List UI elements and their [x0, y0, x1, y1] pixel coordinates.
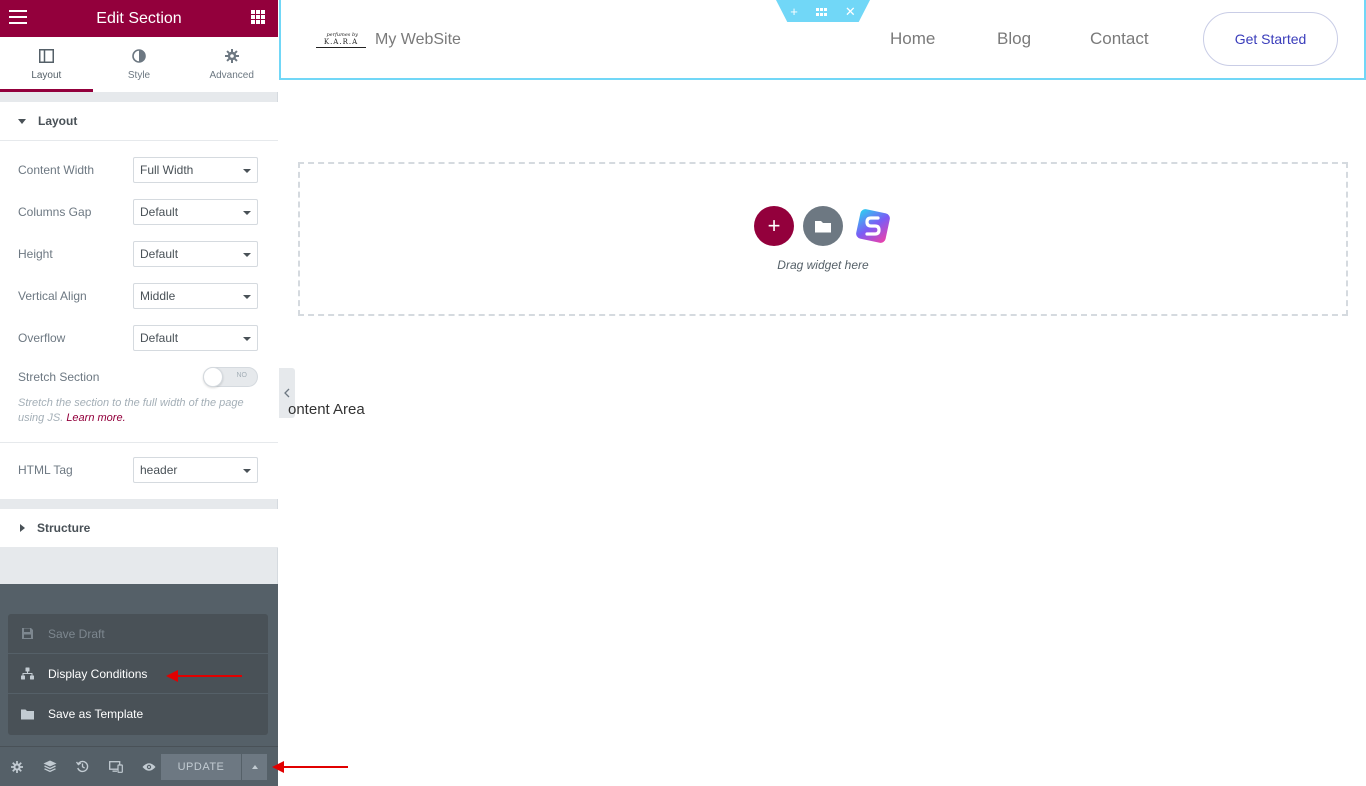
settings-gear-icon[interactable] [0, 747, 33, 786]
save-item-label: Display Conditions [48, 666, 148, 681]
tab-advanced[interactable]: Advanced [185, 37, 278, 92]
toggle-knob [203, 367, 223, 387]
plus-icon: + [767, 213, 781, 238]
tab-label: Style [127, 70, 151, 81]
display-conditions-item[interactable]: Display Conditions [8, 654, 268, 694]
tab-label: Advanced [209, 70, 254, 81]
content-area-label: ontent Area [288, 401, 365, 418]
s-logo-icon [856, 209, 890, 243]
panel-title: Edit Section [96, 9, 182, 27]
site-title: My WebSite [375, 31, 461, 48]
columns-icon [38, 48, 54, 64]
stretch-section-toggle[interactable]: NO [203, 367, 258, 387]
divider [0, 442, 278, 443]
html-tag-select[interactable]: header [133, 457, 258, 483]
control-label: Height [18, 247, 53, 261]
section-title: Layout [38, 114, 78, 128]
control-label: Overflow [18, 331, 66, 345]
help-text: Stretch the section to the full width of… [18, 397, 244, 424]
structure-section: Structure [0, 509, 278, 548]
toggle-text: NO [236, 372, 248, 379]
caret-down-icon [18, 118, 26, 124]
height-control: Height Default [18, 241, 258, 267]
columns-gap-control: Columns Gap Default [18, 199, 258, 225]
logo-small-text: perfumes by [326, 32, 358, 38]
delete-section-icon[interactable]: ✕ [845, 5, 856, 18]
nav-home[interactable]: Home [890, 29, 935, 49]
overflow-control: Overflow Default [18, 325, 258, 351]
save-item-label: Save Draft [48, 626, 105, 641]
layout-section-header[interactable]: Layout [0, 102, 278, 141]
add-template-button[interactable] [803, 206, 843, 246]
drag-section-icon[interactable] [815, 5, 827, 18]
save-draft-item[interactable]: Save Draft [8, 614, 268, 654]
panel-tabs: Layout Style Advanced [0, 37, 278, 92]
control-label: Content Width [18, 163, 95, 177]
chevron-left-icon [284, 388, 290, 398]
responsive-mode-icon[interactable] [99, 747, 132, 786]
height-select[interactable]: Default [133, 241, 258, 267]
structure-section-header[interactable]: Structure [0, 509, 278, 548]
half-circle-icon [131, 48, 147, 64]
save-options-area: Save Draft Display Conditions Save as Te… [0, 584, 278, 746]
logo-text: K.A.R.A [323, 38, 359, 46]
nav-blog[interactable]: Blog [997, 29, 1031, 49]
widget-drop-zone[interactable]: + Drag widget here [298, 162, 1348, 316]
update-button[interactable]: UPDATE [161, 753, 241, 780]
vertical-align-control: Vertical Align Middle [18, 283, 258, 309]
add-section-icon[interactable]: + [790, 5, 798, 18]
get-started-button[interactable]: Get Started [1203, 12, 1338, 66]
folder-icon [20, 707, 34, 721]
drag-widget-text: Drag widget here [777, 258, 869, 272]
tab-style[interactable]: Style [93, 37, 186, 92]
nav-contact[interactable]: Contact [1090, 29, 1149, 49]
sitemap-icon [20, 667, 34, 681]
overflow-select[interactable]: Default [133, 325, 258, 351]
save-as-template-item[interactable]: Save as Template [8, 694, 268, 734]
site-logo[interactable]: perfumes by K.A.R.A My WebSite [316, 31, 461, 49]
stretch-help-text: Stretch the section to the full width of… [18, 396, 258, 426]
control-label: Columns Gap [18, 205, 92, 219]
control-label: Stretch Section [18, 370, 100, 384]
content-width-control: Content Width Full Width [18, 157, 258, 183]
section-handle[interactable]: + ✕ [776, 0, 870, 22]
logo-mark: perfumes by K.A.R.A [316, 32, 366, 48]
panel-header: Edit Section [0, 0, 278, 37]
columns-gap-select[interactable]: Default [133, 199, 258, 225]
learn-more-link[interactable]: Learn more. [66, 412, 125, 424]
html-tag-control: HTML Tag header [18, 457, 258, 483]
vertical-align-select[interactable]: Middle [133, 283, 258, 309]
save-options-toggle[interactable] [241, 753, 267, 780]
caret-right-icon [20, 524, 25, 532]
stretch-section-control: Stretch Section NO [18, 364, 258, 390]
content-width-select[interactable]: Full Width [133, 157, 258, 183]
add-new-section-button[interactable]: + [754, 206, 794, 246]
annotation-arrow-display-conditions [166, 670, 242, 682]
layers-icon[interactable] [33, 747, 66, 786]
caret-up-icon [251, 764, 258, 769]
tab-layout[interactable]: Layout [0, 37, 93, 92]
panel-footer: UPDATE [0, 746, 278, 786]
floppy-disk-icon [20, 627, 34, 641]
control-label: HTML Tag [18, 463, 73, 477]
starter-templates-button[interactable] [853, 206, 893, 246]
editor-panel: Edit Section Layout Style Advanced Layou… [0, 0, 278, 786]
hamburger-menu-icon[interactable] [9, 10, 27, 26]
section-title: Structure [37, 521, 91, 535]
tab-label: Layout [31, 70, 62, 81]
gear-icon [224, 48, 240, 64]
folder-icon [815, 221, 831, 233]
control-label: Vertical Align [18, 289, 87, 303]
save-item-label: Save as Template [48, 707, 144, 721]
widgets-grid-icon[interactable] [251, 10, 265, 24]
annotation-arrow-update-caret [272, 761, 348, 773]
history-icon[interactable] [66, 747, 99, 786]
